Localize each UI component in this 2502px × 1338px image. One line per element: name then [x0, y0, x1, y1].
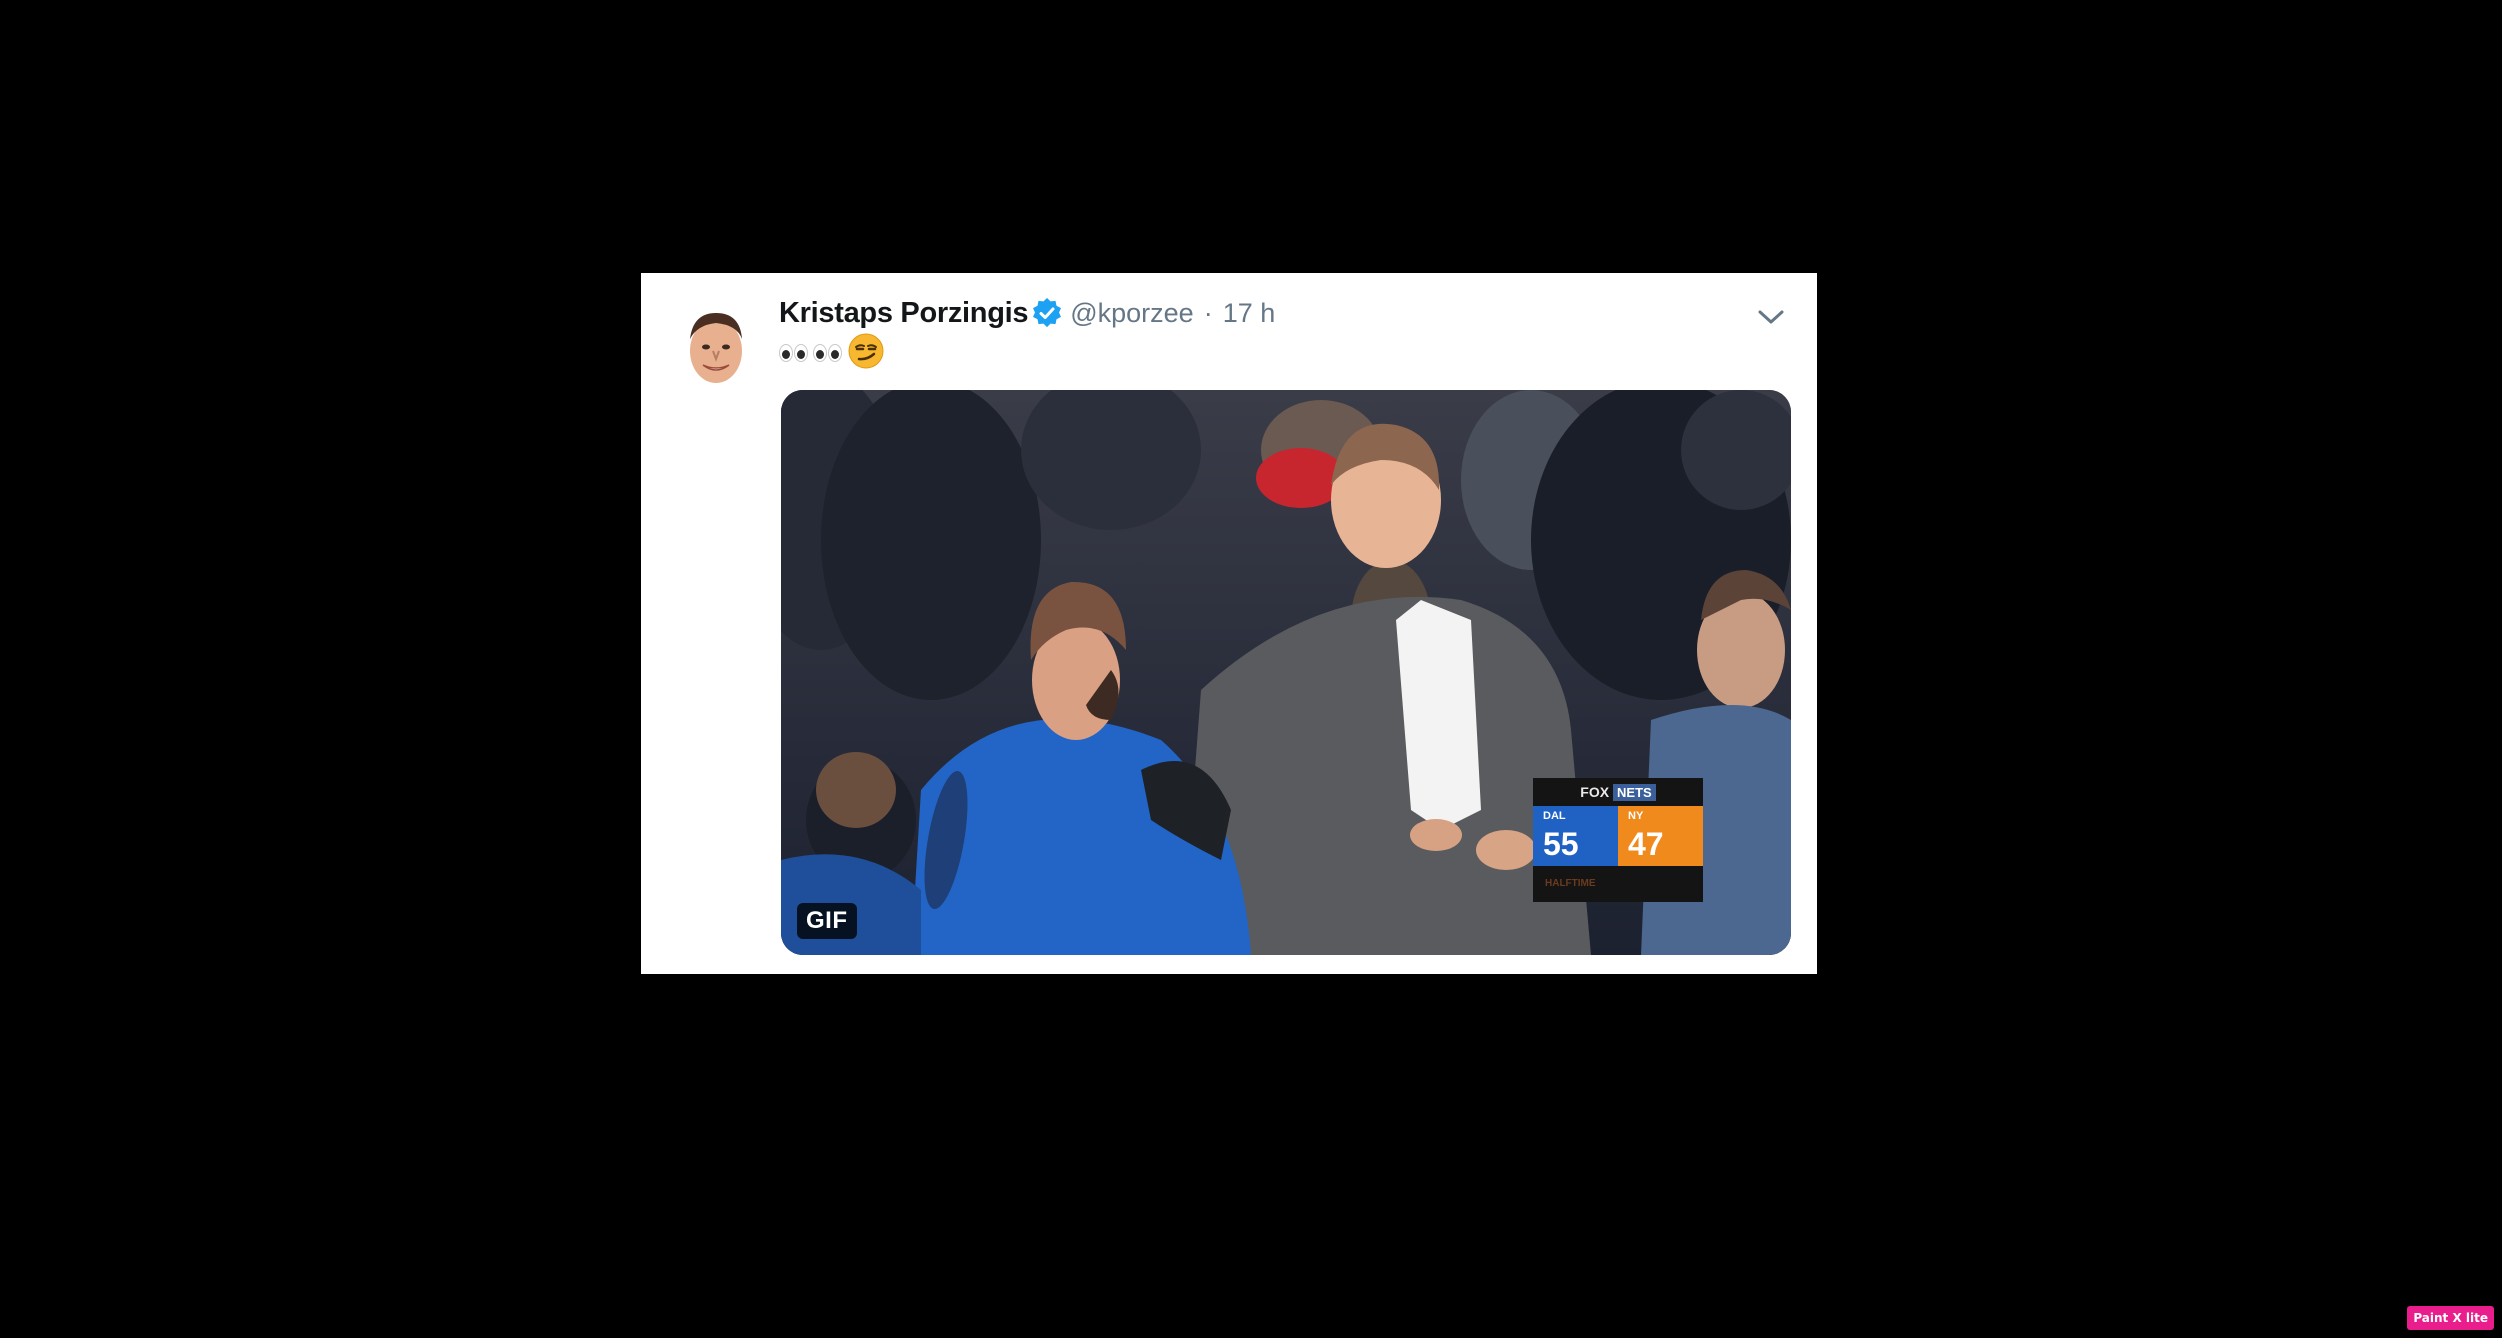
tweet-card[interactable]: Kristaps Porzingis @kporzee · 17 h FOX N…	[641, 273, 1817, 974]
screen: Kristaps Porzingis @kporzee · 17 h FOX N…	[0, 0, 2502, 1338]
tweet-gif-media[interactable]: FOX NETS DAL 55 NY 47 HALFTIME GIF	[781, 390, 1791, 955]
home-team-abbr: NY	[1628, 810, 1644, 822]
smirking-face-emoji-icon	[847, 332, 885, 375]
avatar[interactable]	[679, 301, 753, 387]
verified-badge-icon	[1032, 297, 1062, 328]
separator-dot: ·	[1203, 297, 1213, 328]
away-team-abbr: DAL	[1543, 810, 1566, 822]
game-status: HALFTIME	[1545, 878, 1596, 889]
away-team-score: 55	[1543, 826, 1579, 862]
eyes-emoji-icon	[779, 344, 808, 362]
tweet-header: Kristaps Porzingis @kporzee · 17 h	[779, 291, 1275, 335]
chevron-down-icon	[1758, 310, 1784, 324]
tweet-timestamp[interactable]: 17 h	[1223, 298, 1276, 329]
display-name[interactable]: Kristaps Porzingis	[779, 297, 1029, 330]
paint-x-lite-badge[interactable]: Paint X lite	[2407, 1306, 2494, 1330]
eyes-emoji-icon	[813, 344, 842, 362]
scoreboard: FOX NETS DAL 55 NY 47 HALFTIME	[1533, 778, 1703, 902]
scoreboard-network: FOX NETS	[1533, 778, 1703, 806]
user-handle[interactable]: @kporzee	[1070, 298, 1193, 329]
home-team-score: 47	[1628, 826, 1664, 862]
more-options-button[interactable]	[1753, 299, 1789, 335]
scoreboard-away-team: DAL 55	[1533, 806, 1618, 866]
gif-badge: GIF	[797, 903, 857, 939]
tweet-text	[779, 331, 885, 375]
scoreboard-home-team: NY 47	[1618, 806, 1703, 866]
